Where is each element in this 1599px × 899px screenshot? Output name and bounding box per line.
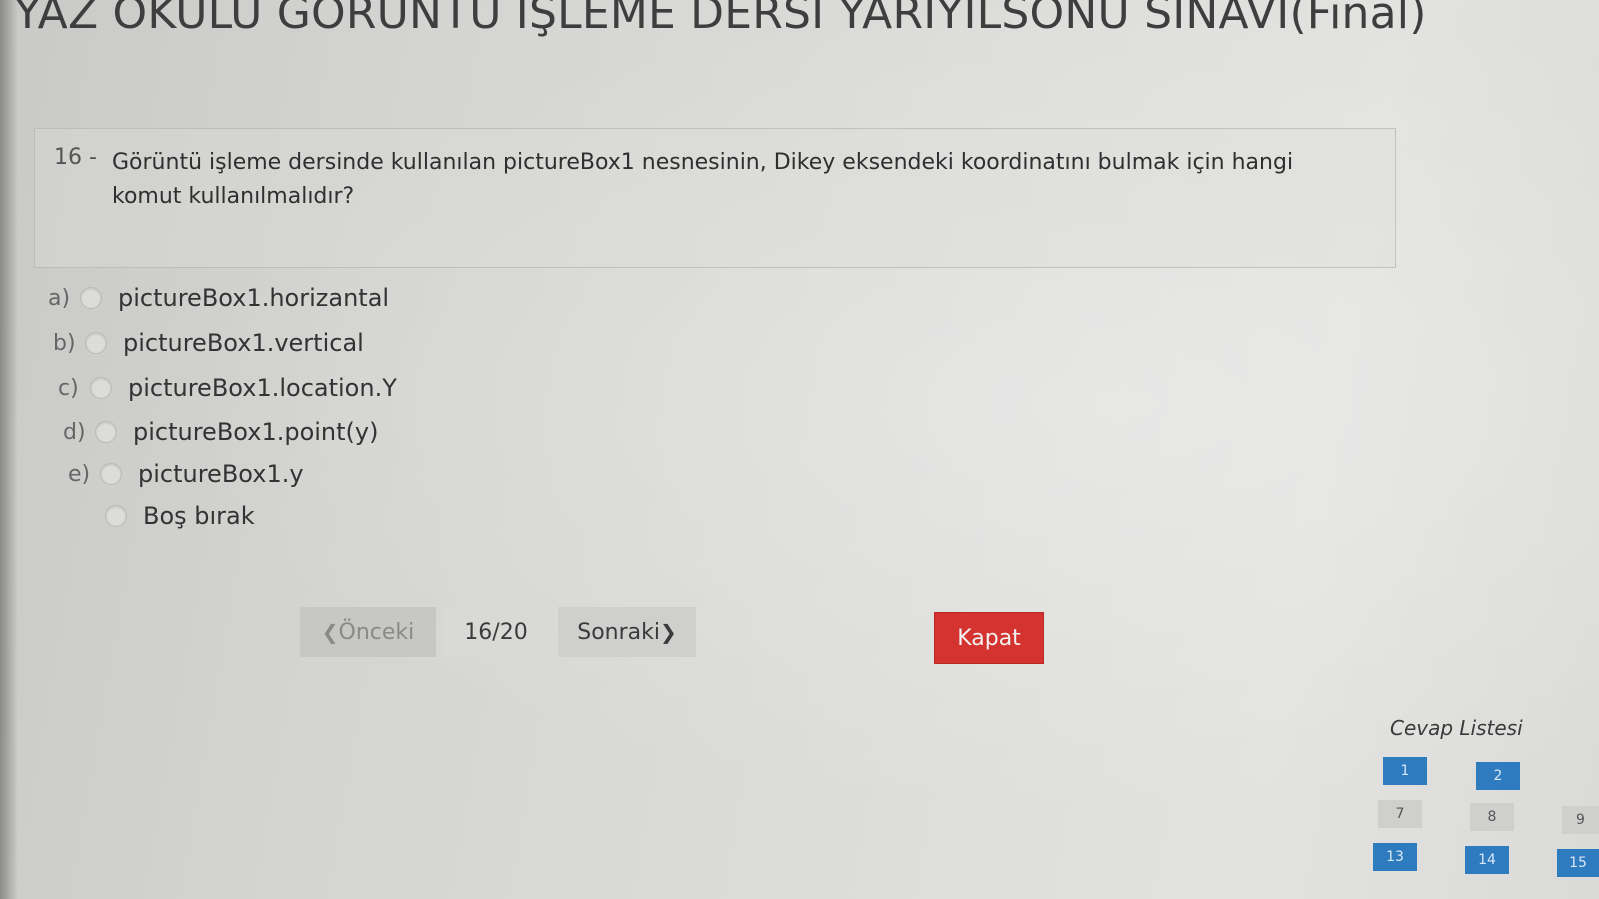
question-number: 16 - (54, 145, 97, 170)
answer-list-item-9[interactable]: 9 (1562, 806, 1599, 834)
exam-title: YAZ OKULU GÖRÜNTÜ İŞLEME DERSİ YARIYILSO… (14, 0, 1427, 39)
answer-list-item-1[interactable]: 1 (1383, 757, 1427, 785)
close-button[interactable]: Kapat (934, 612, 1044, 664)
option-leave-blank-radio[interactable] (105, 505, 127, 527)
option-d[interactable]: d) pictureBox1.point(y) (63, 418, 378, 446)
option-label[interactable]: pictureBox1.vertical (123, 329, 364, 357)
next-button-label: Sonraki (577, 619, 660, 645)
previous-button-label: Önceki (338, 619, 415, 645)
option-letter: e) (68, 461, 91, 487)
option-a-radio[interactable] (80, 287, 102, 309)
option-label[interactable]: pictureBox1.location.Y (128, 374, 397, 402)
previous-button[interactable]: ❮ Önceki (300, 607, 436, 657)
option-a[interactable]: a) pictureBox1.horizantal (48, 284, 389, 312)
page-indicator: 16/20 (443, 607, 549, 657)
option-label[interactable]: pictureBox1.horizantal (118, 284, 389, 312)
answer-list-item-2[interactable]: 2 (1476, 762, 1520, 790)
answer-list-item-7[interactable]: 7 (1378, 800, 1422, 828)
answer-list-item-13[interactable]: 13 (1373, 843, 1417, 871)
option-label[interactable]: pictureBox1.y (138, 460, 304, 488)
option-letter: c) (58, 375, 79, 401)
answer-list-item-14[interactable]: 14 (1465, 846, 1509, 874)
option-leave-blank[interactable]: Boş bırak (73, 502, 255, 530)
next-button[interactable]: Sonraki ❯ (558, 607, 696, 657)
option-label[interactable]: pictureBox1.point(y) (133, 418, 378, 446)
option-c-radio[interactable] (90, 377, 112, 399)
option-label[interactable]: Boş bırak (143, 502, 255, 530)
screen-edge (0, 0, 18, 899)
option-d-radio[interactable] (95, 421, 117, 443)
option-letter: d) (63, 419, 86, 445)
question-text: Görüntü işleme dersinde kullanılan pictu… (112, 150, 1294, 209)
answer-list-item-8[interactable]: 8 (1470, 803, 1514, 831)
option-letter: b) (53, 330, 76, 356)
option-letter: a) (48, 285, 71, 311)
chevron-left-icon: ❮ (321, 620, 339, 644)
option-c[interactable]: c) pictureBox1.location.Y (58, 374, 397, 402)
option-e-radio[interactable] (100, 463, 122, 485)
answer-list-title: Cevap Listesi (1390, 716, 1523, 740)
option-b[interactable]: b) pictureBox1.vertical (53, 329, 364, 357)
option-b-radio[interactable] (85, 332, 107, 354)
chevron-right-icon: ❯ (659, 620, 677, 644)
option-e[interactable]: e) pictureBox1.y (68, 460, 304, 488)
answer-list-item-15[interactable]: 15 (1557, 849, 1599, 877)
